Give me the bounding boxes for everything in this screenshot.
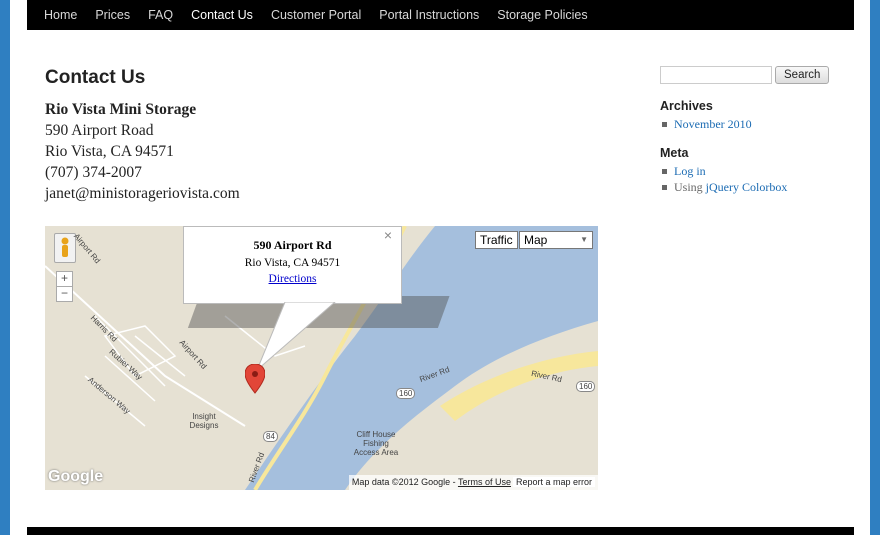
info-window-city: Rio Vista, CA 94571 [244,257,341,269]
chevron-down-icon: ▼ [580,235,588,244]
map-attribution: Map data ©2012 Google - Terms of Use Repo… [348,475,598,490]
meta-item-colorbox: Using jQuery Colorbox [660,179,860,195]
highway-160-shield-2: 160 [576,381,596,392]
terms-of-use-link[interactable]: Terms of Use [458,477,511,487]
map-type-label: Map [524,233,548,247]
login-link[interactable]: Log in [674,164,706,178]
footer-bar [27,527,854,535]
business-name: Rio Vista Mini Storage [45,101,197,118]
nav-item-storage-policies[interactable]: Storage Policies [488,8,596,22]
archives-list: November 2010 [660,116,860,132]
archive-item: November 2010 [660,116,860,132]
info-window-title: 590 Airport Rd [253,238,332,252]
page-title: Contact Us [45,67,146,88]
zoom-in-button[interactable]: + [56,271,73,287]
zoom-out-button[interactable]: − [56,286,73,302]
nav-item-portal-instructions[interactable]: Portal Instructions [370,8,488,22]
jquery-colorbox-link[interactable]: jQuery Colorbox [706,180,788,194]
google-logo[interactable]: Google [48,468,103,486]
highway-160-shield: 160 [396,388,416,399]
nav-item-customer-portal[interactable]: Customer Portal [262,8,370,22]
map-data-text: Map data ©2012 Google - [351,477,458,487]
highway-84-shield: 84 [263,431,278,442]
phone-number: (707) 374-2007 [45,164,142,181]
archives-heading: Archives [660,99,713,113]
sidebar: Search Archives November 2010 Meta Log i… [660,66,860,195]
archive-link-november-2010[interactable]: November 2010 [674,117,752,131]
meta-list: Log in Using jQuery Colorbox [660,163,860,195]
map-type-select[interactable]: Map ▼ [519,231,593,249]
traffic-button[interactable]: Traffic [475,231,518,249]
main-navigation: Home Prices FAQ Contact Us Customer Port… [27,0,854,30]
contact-address: Rio Vista Mini Storage 590 Airport Road … [45,99,605,204]
map-label-cliff-house: Cliff House Fishing Access Area [353,430,399,457]
main-content: Contact Us Rio Vista Mini Storage 590 Ai… [45,60,605,204]
info-window-pointer [256,302,336,371]
close-icon[interactable]: × [384,227,392,243]
nav-item-contact-us[interactable]: Contact Us [182,8,262,22]
nav-item-prices[interactable]: Prices [86,8,139,22]
report-map-error-link[interactable]: Report a map error [512,477,595,487]
nav-item-faq[interactable]: FAQ [139,8,182,22]
search-button[interactable]: Search [775,66,830,84]
map-info-window: × 590 Airport Rd Rio Vista, CA 94571 Dir… [183,226,402,304]
google-map[interactable]: + − Traffic Map ▼ × 590 Airport Rd Rio V… [45,226,598,490]
directions-link[interactable]: Directions [269,273,317,285]
email-address: janet@ministorageriovista.com [45,185,240,202]
map-label-insight-designs: Insight Designs [189,412,219,430]
search-input[interactable] [660,66,772,84]
street-address: 590 Airport Road [45,122,154,139]
meta-using-text: Using [674,180,706,194]
meta-item-login: Log in [660,163,860,179]
page-container: Home Prices FAQ Contact Us Customer Port… [10,0,870,535]
map-marker-icon[interactable] [245,364,265,394]
meta-heading: Meta [660,146,689,160]
search-form: Search [660,66,860,84]
city-state-zip: Rio Vista, CA 94571 [45,143,174,160]
nav-item-home[interactable]: Home [35,8,86,22]
